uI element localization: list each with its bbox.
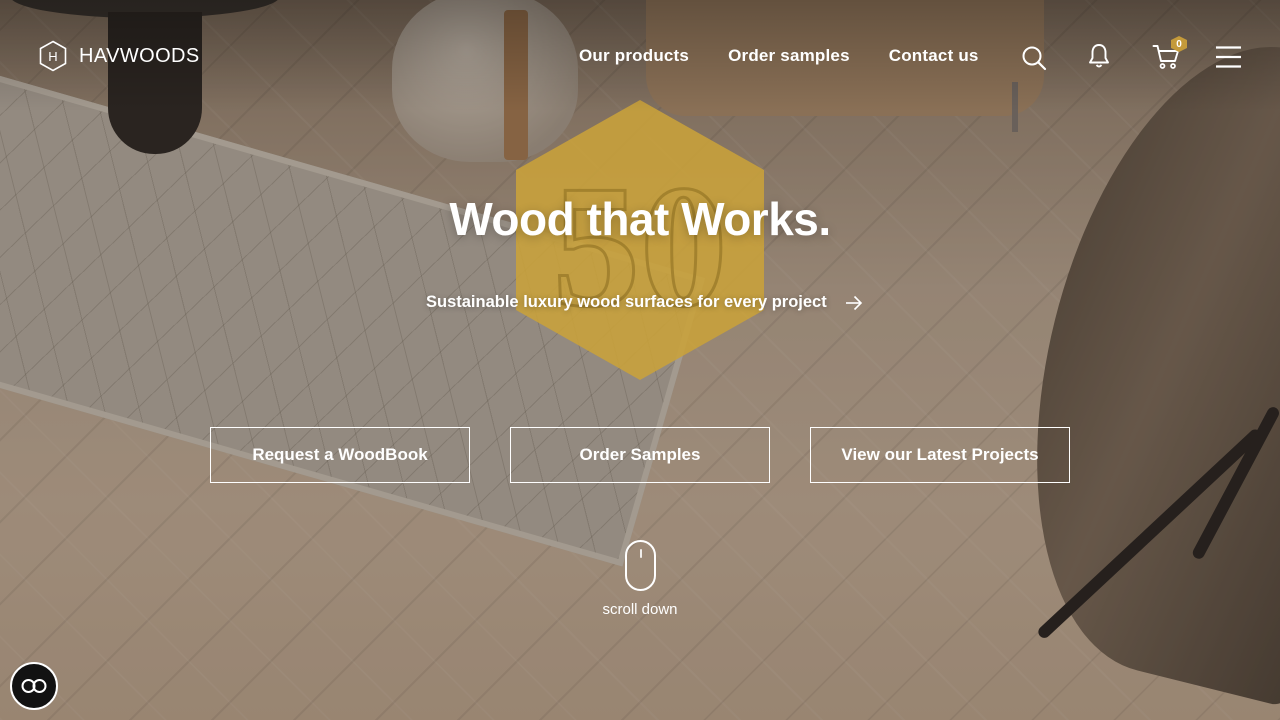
nav-contact-us[interactable]: Contact us <box>889 46 979 66</box>
arrow-right-icon <box>845 295 862 310</box>
site-header: H HAVWOODS Our products Order samples Co… <box>0 0 1280 112</box>
order-samples-button[interactable]: Order Samples <box>510 427 770 483</box>
request-woodbook-button[interactable]: Request a WoodBook <box>210 427 470 483</box>
hero-tagline-link[interactable]: Sustainable luxury wood surfaces for eve… <box>426 293 863 312</box>
mouse-icon <box>624 540 656 591</box>
nav-order-samples[interactable]: Order samples <box>728 46 850 66</box>
search-icon[interactable] <box>1021 45 1047 71</box>
brand-name: HAVWOODS <box>79 44 200 67</box>
hexagon-logo-icon: H <box>39 40 67 72</box>
scroll-down-indicator[interactable]: scroll down <box>0 540 1280 618</box>
bell-icon[interactable] <box>1088 43 1110 69</box>
main-nav: Our products Order samples Contact us <box>579 46 979 66</box>
nav-our-products[interactable]: Our products <box>579 46 689 66</box>
accessibility-toggle-icon <box>21 679 47 693</box>
hero-title: Wood that Works. <box>449 193 831 245</box>
tagline-text: Sustainable luxury wood surfaces for eve… <box>426 293 827 311</box>
accessibility-toggle-button[interactable] <box>10 662 58 710</box>
emblem-number: 50 <box>553 149 728 343</box>
scroll-down-label: scroll down <box>602 601 678 618</box>
logo-letter: H <box>48 49 57 64</box>
havwoods-logo[interactable]: H HAVWOODS <box>39 40 200 72</box>
view-latest-projects-button[interactable]: View our Latest Projects <box>810 427 1070 483</box>
hamburger-menu-icon[interactable] <box>1216 46 1241 68</box>
hero-cta-group: Request a WoodBook Order Samples View ou… <box>210 427 1070 483</box>
